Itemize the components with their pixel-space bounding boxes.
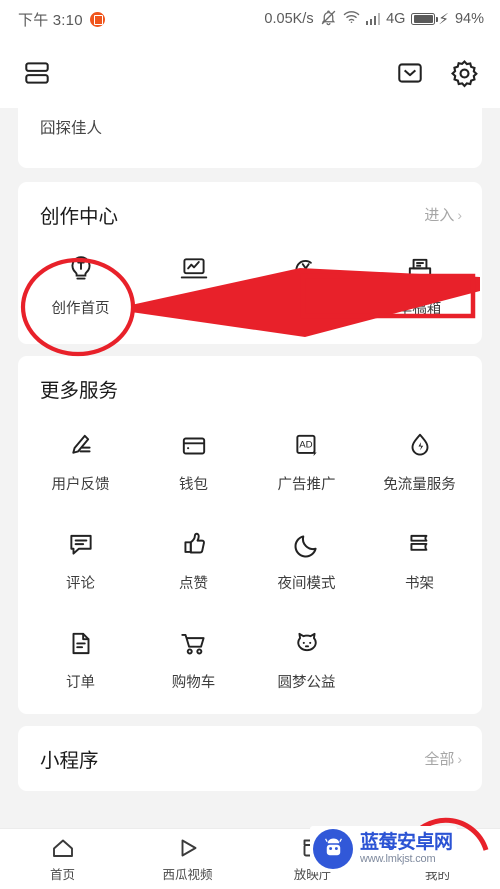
more-services-card: 更多服务 用户反馈 钱包 AD 广告推广 免流量服务 评论 点赞 夜间模式 书架… [18,356,482,714]
grid-label: 广告推广 [277,477,336,493]
svg-text:AD: AD [299,440,312,451]
nav-label: 西瓜视频 [162,867,213,882]
more-services-title: 更多服务 [40,380,119,402]
site-watermark: 蓝莓安卓网 www.lmkjst.com [310,826,457,872]
ad-promotion-icon: AD [292,429,322,463]
charging-bolt-icon: ⚡ [438,10,449,28]
watermark-site-url: www.lmkjst.com [360,853,436,865]
app-header-bar [0,38,500,108]
grid-item-data-assistant[interactable]: 数据助手 [137,243,250,324]
grid-item-drafts[interactable]: 草稿箱 [363,243,476,324]
grid-item-data-free-service[interactable]: 免流量服务 [363,419,476,500]
grid-label: 数据助手 [164,301,223,317]
split-screen-icon[interactable] [22,58,52,88]
battery-percent-label: 94% [454,11,484,27]
grid-item-like[interactable]: 点赞 [137,518,250,599]
grid-label: 书架 [405,576,434,592]
wallet-icon [179,429,209,463]
creation-center-grid: 创作首页 数据助手 收益提现 草稿箱 [18,233,482,344]
grid-label: 收益提现 [277,301,336,317]
mini-programs-card: 小程序 全部 › [18,726,482,791]
creation-center-enter-link[interactable]: 进入 › [424,204,462,225]
status-bar-left: 下午 3:10 [18,9,105,30]
bell-muted-icon [320,9,337,30]
pencil-feedback-icon [66,429,96,463]
inbox-envelope-icon[interactable] [395,58,425,88]
grid-item-wallet[interactable]: 钱包 [137,419,250,500]
creation-center-enter-label: 进入 [424,207,455,224]
grid-label: 圆梦公益 [277,675,336,691]
grid-item-ad-promotion[interactable]: AD 广告推广 [250,419,363,500]
grid-item-empty [363,617,476,698]
mini-programs-header: 小程序 全部 › [18,726,482,791]
more-services-grid: 用户反馈 钱包 AD 广告推广 免流量服务 评论 点赞 夜间模式 书架 订单 购… [18,407,482,714]
android-robot-icon [313,829,353,869]
comment-icon [66,528,96,562]
mini-programs-all-link[interactable]: 全部 › [424,748,462,769]
status-bar: 下午 3:10 0.05K/s 4G ⚡ 94% [0,0,500,38]
creation-center-header: 创作中心 进入 › [18,182,482,233]
grid-label: 创作首页 [51,301,110,317]
grid-label: 点赞 [179,576,208,592]
status-bar-right: 0.05K/s 4G ⚡ 94% [264,9,484,30]
drafts-box-icon [405,253,435,287]
app-badge-icon [89,11,105,27]
grid-label: 评论 [66,576,95,592]
grid-item-creation-home[interactable]: 创作首页 [24,243,137,324]
bookshelf-icon [405,528,435,562]
app-header-actions [395,58,480,89]
watermark-text: 蓝莓安卓网 www.lmkjst.com [360,833,453,865]
scroll-content[interactable]: 囧探佳人 创作中心 进入 › 创作首页 数据助手 收益提现 草稿箱 更多服务 用… [0,108,500,828]
grid-item-user-feedback[interactable]: 用户反馈 [24,419,137,500]
chevron-right-icon: › [457,750,462,767]
grid-item-bookshelf[interactable]: 书架 [363,518,476,599]
moon-icon [292,528,322,562]
shopping-cart-icon [178,627,210,661]
grid-label: 订单 [66,675,95,691]
battery-charging-icon [411,13,439,25]
data-free-droplet-icon [406,429,434,463]
signal-bars-icon [365,13,381,25]
creation-center-title: 创作中心 [40,206,119,228]
grid-item-comment[interactable]: 评论 [24,518,137,599]
cat-charity-icon [291,627,323,661]
gear-icon[interactable] [449,58,480,89]
grid-label: 购物车 [171,675,216,691]
chevron-right-icon: › [457,206,462,223]
order-document-icon [67,627,95,661]
wifi-icon [343,10,360,28]
grid-label: 用户反馈 [51,477,110,493]
more-services-header: 更多服务 [18,356,482,407]
grid-label: 草稿箱 [397,301,442,317]
thumbs-up-icon [179,528,209,562]
nav-item-xigua-video[interactable]: 西瓜视频 [125,836,250,883]
phone-screen: 下午 3:10 0.05K/s 4G ⚡ 94% 囧探佳人 创作中心 进入 › … [0,0,500,889]
play-triangle-icon [175,836,201,860]
mini-programs-all-label: 全部 [424,751,455,768]
status-time: 下午 3:10 [18,11,83,29]
mini-programs-title: 小程序 [40,750,99,772]
grid-item-income-withdraw[interactable]: 收益提现 [250,243,363,324]
creation-center-card: 创作中心 进入 › 创作首页 数据助手 收益提现 草稿箱 [18,182,482,344]
nav-item-home[interactable]: 首页 [0,836,125,883]
grid-label: 免流量服务 [383,477,456,493]
watermark-site-name: 蓝莓安卓网 [360,832,453,853]
nav-label: 首页 [49,867,75,882]
grid-label: 钱包 [179,477,208,493]
grid-label: 夜间模式 [277,576,336,592]
clipped-card-title: 囧探佳人 [40,120,103,137]
grid-item-charity[interactable]: 圆梦公益 [250,617,363,698]
previous-card-clipped[interactable]: 囧探佳人 [18,108,482,168]
grid-item-night-mode[interactable]: 夜间模式 [250,518,363,599]
grid-item-shopping-cart[interactable]: 购物车 [137,617,250,698]
network-speed-label: 0.05K/s [264,11,314,27]
laptop-chart-icon [178,253,210,287]
yuan-withdraw-icon [291,253,323,287]
network-type-label: 4G [386,11,406,27]
grid-item-orders[interactable]: 订单 [24,617,137,698]
home-icon [50,836,76,860]
lightbulb-icon [66,253,96,287]
